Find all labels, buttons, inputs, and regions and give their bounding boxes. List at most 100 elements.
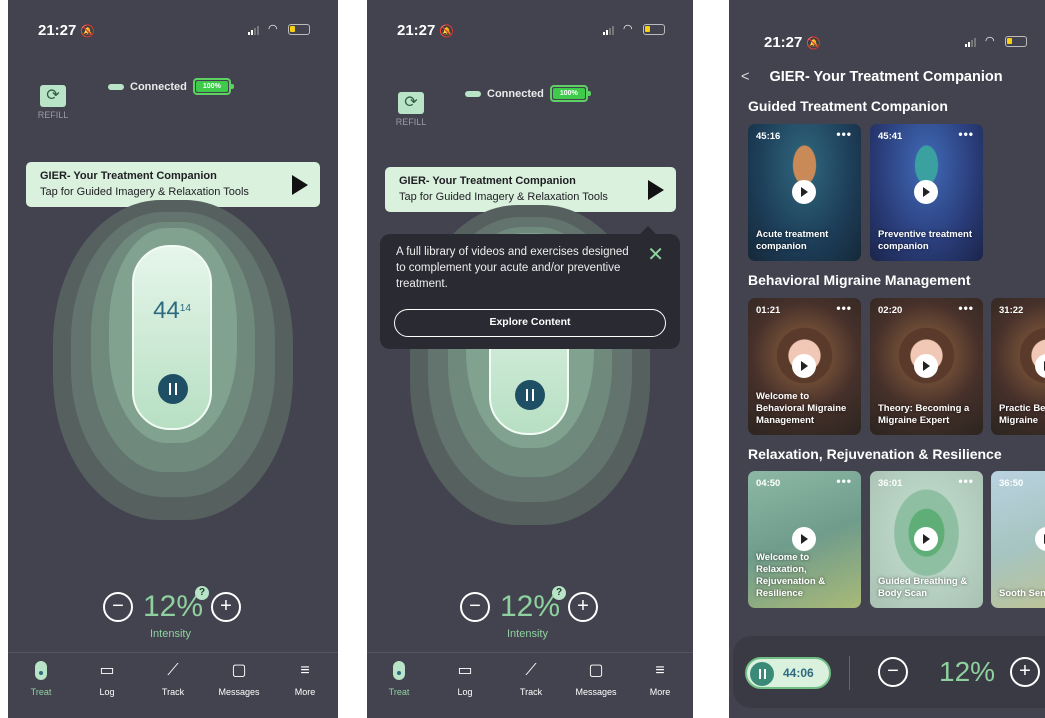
intensity-label: Intensity [507, 628, 548, 640]
timer-seconds: 14 [179, 303, 191, 314]
tab-bar: Treat ▭ Log ⟋ Track ▢ Messages ≡ More [8, 652, 338, 718]
page-header: < GIER- Your Treatment Companion [741, 69, 1003, 85]
intensity-percent: 12% [143, 590, 204, 623]
battery-icon [288, 24, 310, 35]
tab-messages[interactable]: ▢ Messages [214, 661, 264, 697]
video-duration: 45:41 [878, 131, 903, 142]
silent-icon: 🔕 [80, 24, 96, 38]
banner-subtitle: Tap for Guided Imagery & Relaxation Tool… [40, 186, 249, 198]
tab-track[interactable]: ⟋ Track [506, 661, 556, 697]
message-icon: ▢ [231, 662, 247, 679]
more-options-icon[interactable]: ••• [958, 474, 974, 488]
video-title: Theory: Becoming a Migraine Expert [878, 403, 970, 426]
tab-log[interactable]: ▭ Log [82, 661, 132, 697]
more-options-icon[interactable]: ••• [836, 301, 852, 315]
video-card[interactable]: 31:22 Practic Becoming Migraine [991, 298, 1045, 435]
explore-content-button[interactable]: Explore Content [394, 309, 666, 337]
connection-status: Connected 100% [108, 78, 234, 95]
screen-treat-tooltip: 21:27 🔕 ◠ ⟳ REFILL Connected 100% GIER- Y… [367, 0, 693, 718]
tab-messages[interactable]: ▢ Messages [571, 661, 621, 697]
more-options-icon[interactable]: ••• [836, 127, 852, 141]
tab-treat[interactable]: Treat [374, 661, 424, 697]
video-card[interactable]: 36:50 Sooth Sensory S [991, 471, 1045, 608]
wifi-icon: ◠ [268, 23, 278, 35]
play-icon [648, 180, 664, 200]
tab-log[interactable]: ▭ Log [440, 661, 490, 697]
back-button[interactable]: < [741, 69, 749, 85]
video-card[interactable]: 01:21 ••• Welcome to Behavioral Migraine… [748, 298, 861, 435]
tab-more[interactable]: ≡ More [280, 661, 330, 697]
tab-label: Track [519, 687, 543, 697]
tab-label: Messages [218, 687, 260, 697]
device-battery-level: 100% [552, 88, 585, 99]
mini-timer-pill[interactable]: 44:06 [745, 657, 831, 689]
tab-treat[interactable]: Treat [16, 661, 66, 697]
status-bar: 21:27 🔕 ◠ [8, 22, 338, 42]
device-battery: 100% [192, 78, 234, 95]
pause-icon[interactable] [750, 662, 774, 686]
refill-icon: ⟳ [398, 92, 424, 114]
wifi-icon: ◠ [623, 23, 633, 35]
video-card[interactable]: 02:20 ••• Theory: Becoming a Migraine Ex… [870, 298, 983, 435]
message-icon: ▢ [588, 662, 604, 679]
video-title: Sooth Sensory S [999, 588, 1045, 599]
increase-intensity-button[interactable]: + [211, 592, 241, 622]
timer-minutes: 44 [153, 297, 180, 324]
refill-label: REFILL [37, 110, 69, 120]
tab-more[interactable]: ≡ More [635, 661, 685, 697]
play-icon[interactable] [1035, 354, 1045, 378]
play-icon[interactable] [1035, 527, 1045, 551]
video-duration: 02:20 [878, 305, 903, 316]
video-card[interactable]: 04:50 ••• Welcome to Relaxation, Rejuven… [748, 471, 861, 608]
video-title: Welcome to Relaxation, Rejuvenation & Re… [756, 552, 826, 599]
tab-label: More [649, 687, 671, 697]
decrease-intensity-button[interactable]: − [878, 657, 908, 687]
play-icon[interactable] [914, 527, 938, 551]
video-duration: 31:22 [999, 305, 1024, 316]
tooltip-text: A full library of videos and exercises d… [396, 246, 629, 290]
intensity-control: − 12%? + [460, 586, 598, 624]
wifi-icon: ◠ [985, 35, 995, 47]
status-time: 21:27 🔕 [397, 22, 455, 39]
play-icon[interactable] [792, 354, 816, 378]
play-icon[interactable] [914, 180, 938, 204]
treatment-timer: 4414 [134, 297, 210, 325]
video-card[interactable]: 45:16 ••• Acute treatment companion [748, 124, 861, 261]
status-bar: 21:27 🔕 ◠ [729, 34, 1045, 54]
help-icon[interactable]: ? [195, 586, 209, 600]
decrease-intensity-button[interactable]: − [103, 592, 133, 622]
help-icon[interactable]: ? [552, 586, 566, 600]
connected-indicator [108, 83, 124, 90]
pause-button[interactable] [158, 374, 188, 404]
chart-icon: ⟋ [167, 662, 179, 679]
tab-label: Treat [30, 687, 52, 697]
refill-button[interactable]: ⟳ REFILL [36, 85, 70, 120]
increase-intensity-button[interactable]: + [1010, 657, 1040, 687]
treat-icon [393, 661, 405, 680]
video-duration: 36:01 [878, 478, 903, 489]
video-duration: 01:21 [756, 305, 781, 316]
video-title: Guided Breathing & Body Scan [878, 576, 968, 599]
device-battery: 100% [549, 85, 591, 102]
video-duration: 45:16 [756, 131, 781, 142]
video-card[interactable]: 36:01 ••• Guided Breathing & Body Scan [870, 471, 983, 608]
more-options-icon[interactable]: ••• [958, 301, 974, 315]
silent-icon: 🔕 [806, 36, 822, 50]
more-options-icon[interactable]: ••• [958, 127, 974, 141]
increase-intensity-button[interactable]: + [568, 592, 598, 622]
play-icon[interactable] [914, 354, 938, 378]
decrease-intensity-button[interactable]: − [460, 592, 490, 622]
play-icon[interactable] [792, 180, 816, 204]
content-tooltip: A full library of videos and exercises d… [380, 226, 680, 349]
signal-icon [248, 25, 262, 35]
close-icon[interactable]: ✕ [647, 242, 664, 267]
play-icon[interactable] [792, 527, 816, 551]
video-card[interactable]: 45:41 ••• Preventive treatment companion [870, 124, 983, 261]
refill-button[interactable]: ⟳ REFILL [394, 92, 428, 127]
pause-button[interactable] [515, 380, 545, 410]
more-options-icon[interactable]: ••• [836, 474, 852, 488]
intensity-value: 12%? [143, 586, 209, 624]
tab-label: Messages [575, 687, 617, 697]
section-title: Behavioral Migraine Management [748, 272, 971, 288]
tab-track[interactable]: ⟋ Track [148, 661, 198, 697]
